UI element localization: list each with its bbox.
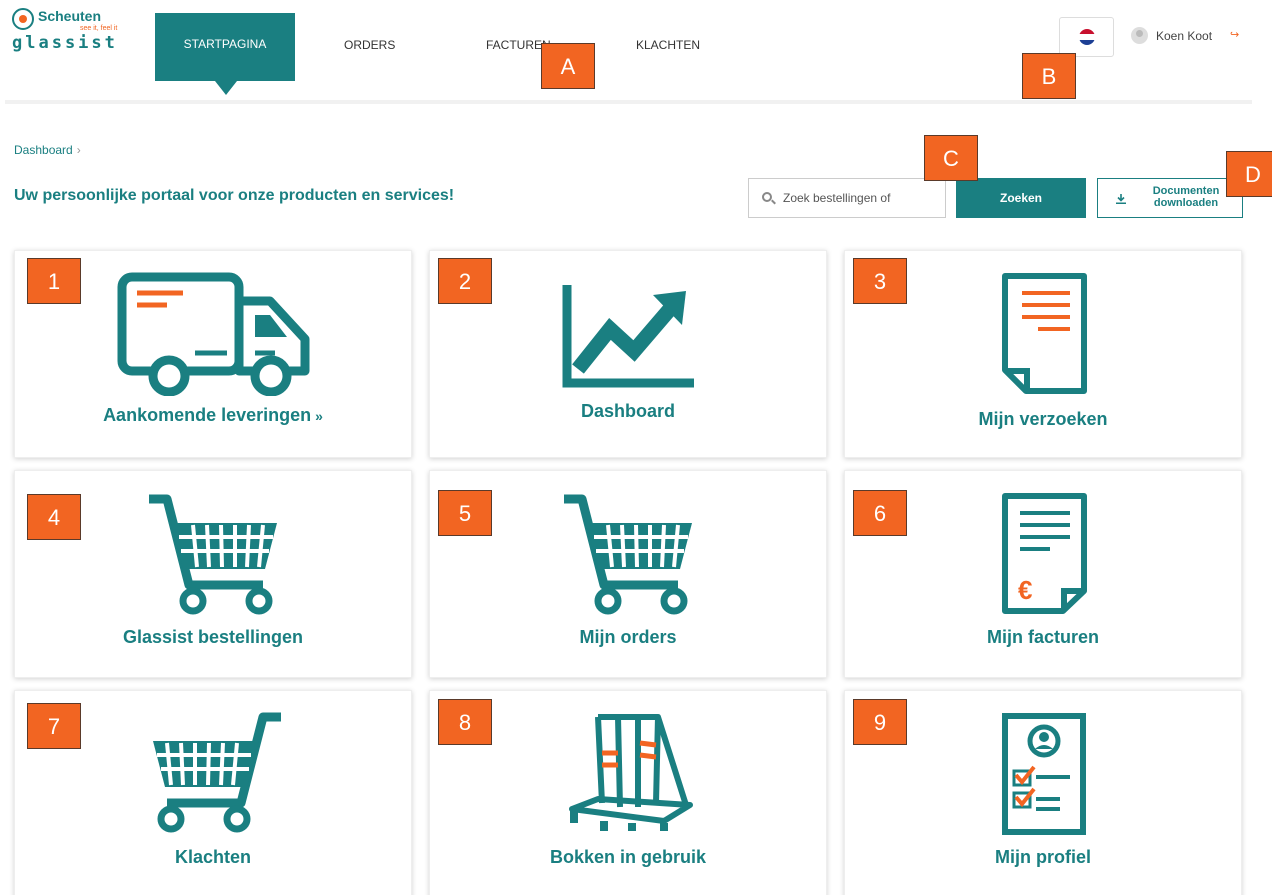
marker-3: 3 (853, 258, 907, 304)
invoice-icon: € (1002, 493, 1087, 614)
nav-item-orders[interactable]: ORDERS (344, 38, 395, 52)
logo-brand: Scheuten (38, 8, 102, 24)
marker-b: B (1022, 53, 1076, 99)
card-title: Aankomende leveringen (103, 405, 312, 425)
shopping-cart-icon (149, 494, 277, 615)
breadcrumb-item-dashboard[interactable]: Dashboard (14, 143, 73, 157)
marker-d: D (1226, 151, 1272, 197)
card-title: Mijn verzoeken (978, 409, 1108, 429)
nav-item-klachten[interactable]: KLACHTEN (636, 38, 700, 52)
trend-chart-icon (562, 285, 694, 388)
marker-9: 9 (853, 699, 907, 745)
marker-5: 5 (438, 490, 492, 536)
card-label: Aankomende leveringen» (15, 405, 411, 426)
search-field[interactable] (748, 178, 946, 218)
user-name[interactable]: Koen Koot (1156, 29, 1212, 43)
marker-1: 1 (27, 258, 81, 304)
download-label-line1: Documenten (1152, 185, 1220, 197)
header-divider (5, 100, 1252, 104)
glass-rack-icon (569, 714, 693, 831)
download-icon (1116, 194, 1126, 204)
logout-icon[interactable]: ↪ (1230, 28, 1239, 41)
marker-c: C (924, 135, 978, 181)
double-chevron-down-icon[interactable]: » (315, 408, 323, 424)
marker-8: 8 (438, 699, 492, 745)
page: Scheuten see it, feel it glassist STARTP… (0, 0, 1272, 895)
download-label-line2: downloaden (1153, 197, 1219, 209)
logo-tagline: see it, feel it (80, 25, 118, 32)
card-title: Mijn profiel (995, 847, 1091, 867)
card-title: Mijn facturen (986, 627, 1099, 647)
language-selector[interactable] (1059, 17, 1114, 57)
download-documents-button[interactable]: Documenten downloaden (1097, 178, 1243, 218)
card-title: Dashboard (580, 401, 676, 421)
chevron-right-icon: › (76, 143, 81, 157)
nav-item-startpagina[interactable]: STARTPAGINA (155, 13, 295, 95)
marker-2: 2 (438, 258, 492, 304)
user-avatar-icon (1131, 27, 1148, 44)
marker-a: A (541, 43, 595, 89)
svg-text:€: € (1018, 575, 1032, 605)
top-header: Scheuten see it, feel it glassist STARTP… (0, 0, 1272, 100)
search-icon (762, 192, 772, 202)
marker-4: 4 (27, 494, 81, 540)
search-input[interactable] (783, 179, 943, 217)
card-title: Klachten (174, 847, 252, 867)
download-documents-label: Documenten downloaden (1136, 185, 1236, 209)
logo[interactable]: Scheuten see it, feel it glassist (12, 8, 122, 68)
flag-nl-icon (1079, 29, 1095, 45)
profile-document-icon (1002, 713, 1086, 835)
breadcrumb: Dashboard › (14, 143, 81, 157)
document-icon (1002, 273, 1087, 394)
marker-7: 7 (27, 703, 81, 749)
search-button[interactable]: Zoeken (956, 178, 1086, 218)
delivery-truck-icon (117, 272, 310, 396)
shopping-cart-icon (564, 494, 692, 615)
marker-6: 6 (853, 490, 907, 536)
page-title: Uw persoonlijke portaal voor onze produc… (14, 187, 455, 204)
card-title: Glassist bestellingen (122, 627, 304, 647)
logo-product-name: glassist (12, 33, 118, 53)
shopping-cart-icon (153, 712, 281, 833)
logo-badge-icon (12, 8, 34, 30)
card-title: Mijn orders (579, 627, 677, 647)
card-title: Bokken in gebruik (549, 847, 707, 867)
